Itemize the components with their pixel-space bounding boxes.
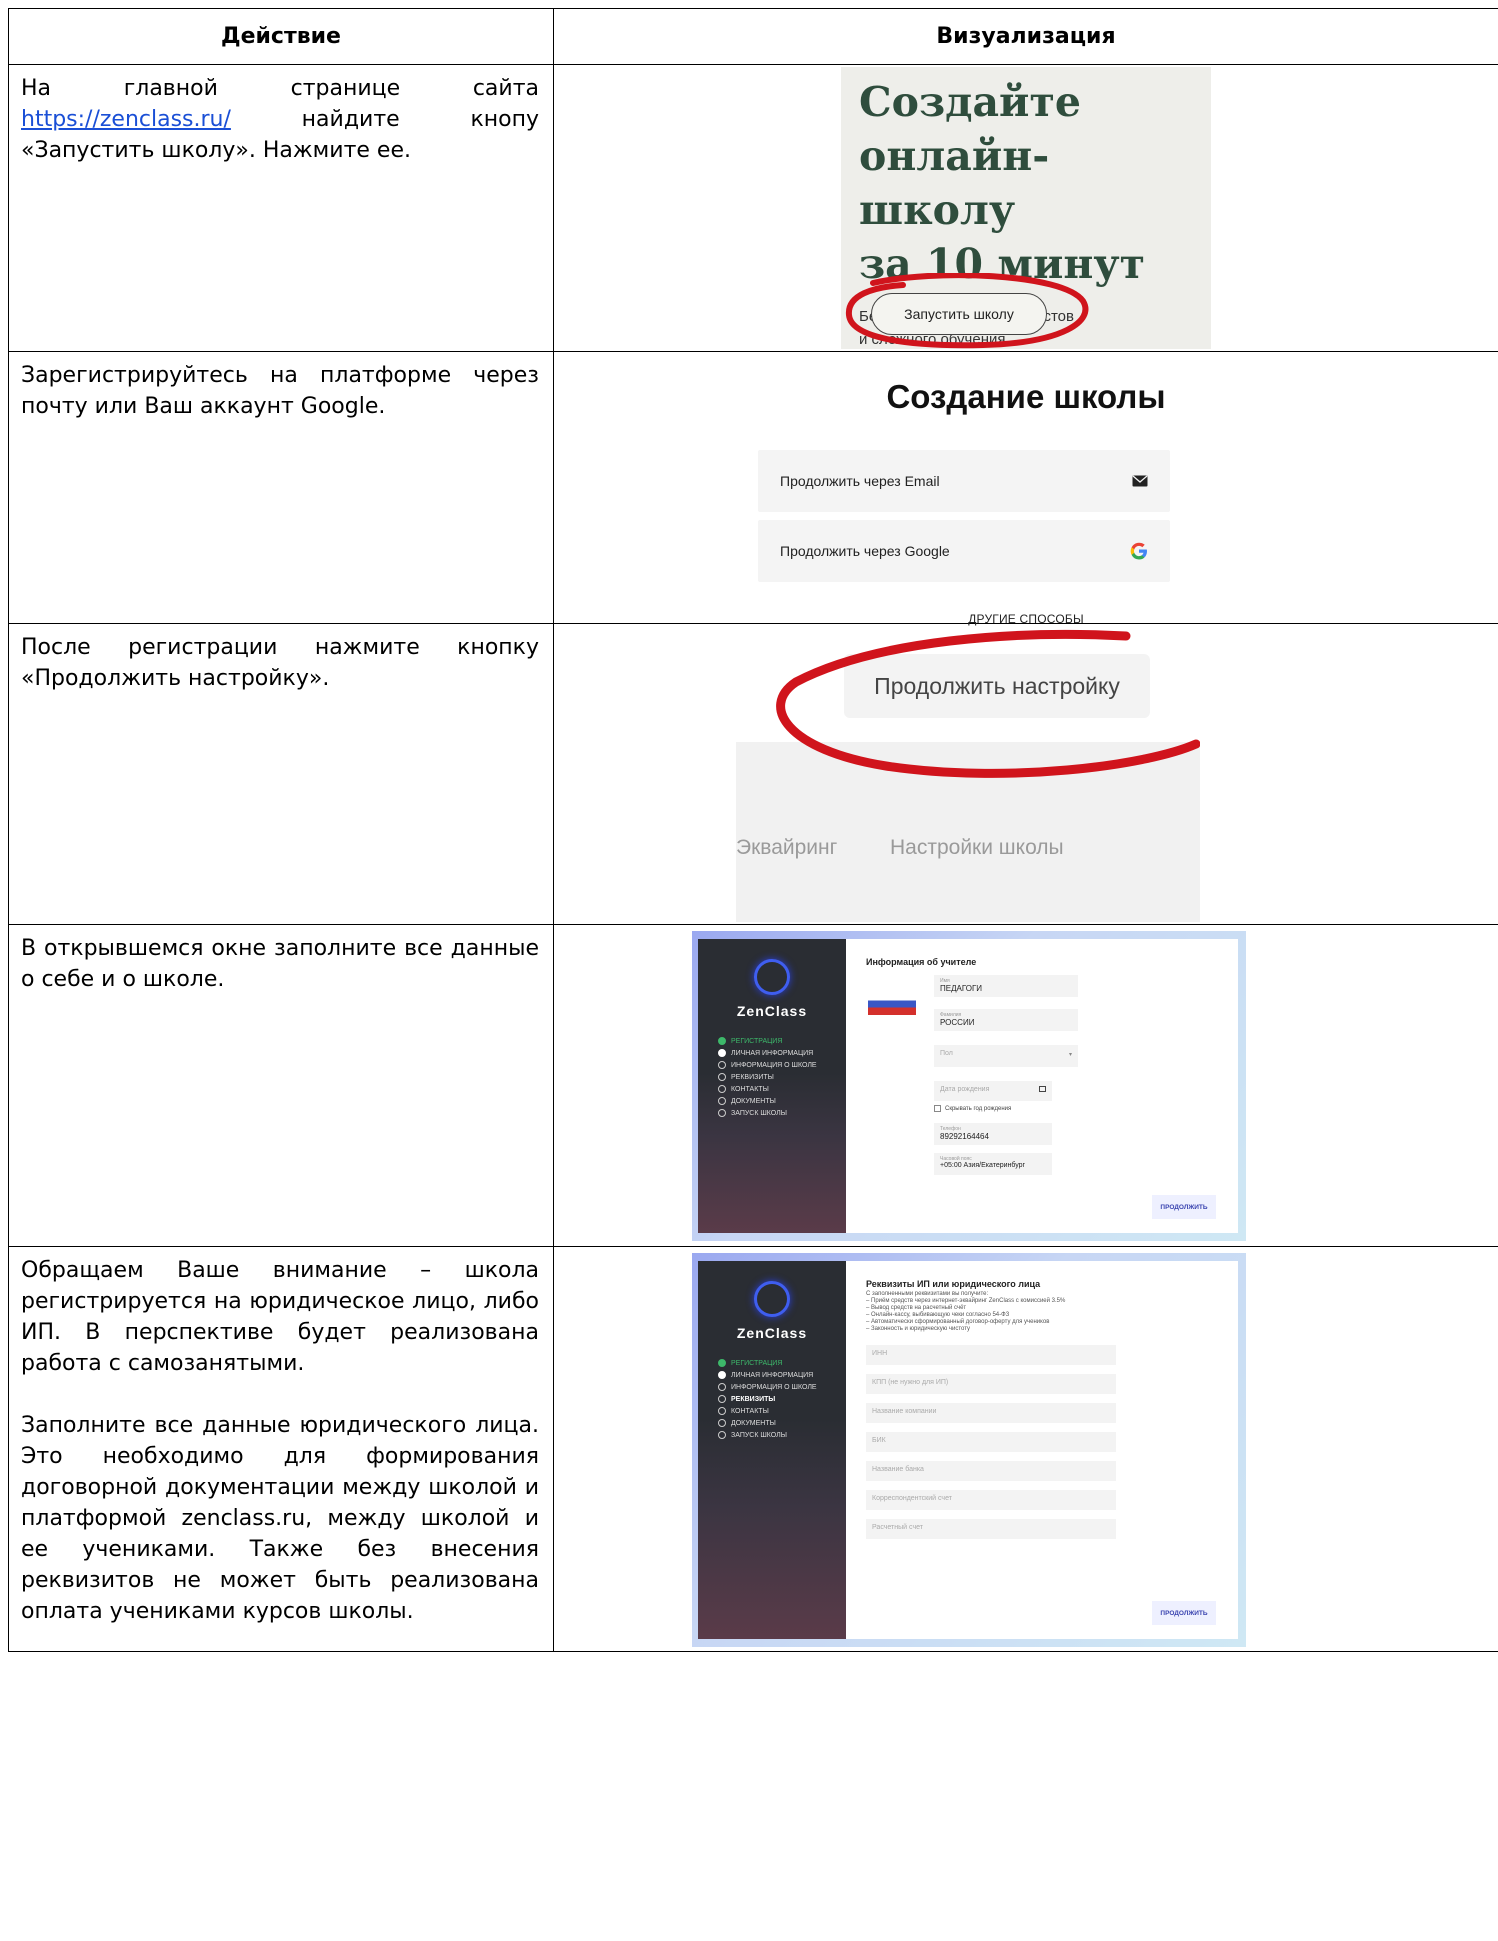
requisites-screenshot: ZenClass РЕГИСТРАЦИЯ ЛИЧНАЯ ИНФОРМАЦИЯ И…: [692, 1253, 1246, 1647]
last-name-field[interactable]: Фамилия РОССИИ: [934, 1009, 1078, 1031]
google-button-label: Продолжить через Google: [780, 543, 950, 559]
zenclass-logo: ZenClass: [736, 1003, 808, 1019]
tab-school-settings[interactable]: Настройки школы: [890, 836, 1064, 860]
step-item[interactable]: ДОКУМЕНТЫ: [718, 1095, 817, 1107]
header-row: Действие Визуализация: [8, 8, 1498, 65]
table-row: Зарегистрируйтесь на платформе через поч…: [8, 351, 1498, 626]
intro-line: – Законность и юридическую чистоту: [866, 1326, 971, 1332]
action-cell: Зарегистрируйтесь на платформе через поч…: [8, 351, 554, 624]
continue-setup-screenshot: Продолжить настройку Эквайринг Настройки…: [736, 624, 1200, 924]
col-visual-header: Визуализация: [553, 8, 1498, 65]
visual-cell: Создайте онлайн-школу за 10 минут Без те…: [553, 64, 1498, 352]
start-school-button[interactable]: Запустить школу: [871, 293, 1047, 335]
landing-hero: Создайте онлайн-школу за 10 минут Без те…: [841, 67, 1211, 349]
continue-google-button[interactable]: Продолжить через Google: [758, 520, 1170, 582]
action-text: В открывшемся окне заполните все данные …: [21, 936, 539, 992]
company-name-field[interactable]: Название компании: [866, 1403, 1116, 1423]
avatar[interactable]: [868, 993, 916, 1015]
bank-name-field[interactable]: Название банка: [866, 1461, 1116, 1481]
email-button-label: Продолжить через Email: [780, 473, 940, 489]
continue-email-button[interactable]: Продолжить через Email: [758, 450, 1170, 512]
action-text: Обращаем Ваше внимание – школа регистрир…: [21, 1258, 539, 1376]
first-name-field[interactable]: Имя ПЕДАГОГИ: [934, 975, 1078, 997]
continue-button[interactable]: ПРОДОЛЖИТЬ: [1152, 1195, 1216, 1219]
calendar-icon: [1039, 1086, 1046, 1092]
action-text: Зарегистрируйтесь на платформе через поч…: [21, 363, 539, 419]
table-row: После регистрации нажмите кнопку «Продол…: [8, 623, 1498, 925]
intro-line: – Вывод средств на расчетный счёт: [866, 1305, 967, 1311]
bik-field[interactable]: БИК: [866, 1432, 1116, 1452]
step-item[interactable]: КОНТАКТЫ: [718, 1083, 817, 1095]
table-row: Обращаем Ваше внимание – школа регистрир…: [8, 1246, 1498, 1652]
settlement-account-field[interactable]: Расчетный счет: [866, 1519, 1116, 1539]
inn-field[interactable]: ИНН: [866, 1345, 1116, 1365]
envelope-icon: [1132, 475, 1148, 487]
zenclass-logo-ring: [754, 959, 790, 995]
continue-setup-button[interactable]: Продолжить настройку: [844, 654, 1150, 718]
form-title: Реквизиты ИП или юридического лица: [866, 1279, 1041, 1289]
step-item[interactable]: ЗАПУСК ШКОЛЫ: [718, 1107, 817, 1119]
step-item[interactable]: ИНФОРМАЦИЯ О ШКОЛЕ: [718, 1059, 817, 1071]
zenclass-logo: ZenClass: [736, 1325, 808, 1341]
instruction-table: Действие Визуализация На главной страниц…: [8, 8, 1498, 1652]
step-item[interactable]: РЕКВИЗИТЫ: [718, 1071, 817, 1083]
zenclass-logo-ring: [754, 1281, 790, 1317]
step-item[interactable]: ЛИЧНАЯ ИНФОРМАЦИЯ: [718, 1047, 817, 1059]
teacher-info-screenshot: ZenClass РЕГИСТРАЦИЯ ЛИЧНАЯ ИНФОРМАЦИЯ И…: [692, 931, 1246, 1241]
zenclass-link[interactable]: https://zenclass.ru/: [21, 107, 231, 132]
phone-field[interactable]: Телефон 89292164464: [934, 1123, 1052, 1145]
tab-acquiring[interactable]: Эквайринг: [736, 836, 837, 860]
chevron-down-icon: ▾: [1068, 1052, 1072, 1058]
step-item[interactable]: РЕКВИЗИТЫ: [718, 1393, 817, 1405]
action-cell: В открывшемся окне заполните все данные …: [8, 924, 554, 1247]
visual-cell: ZenClass РЕГИСТРАЦИЯ ЛИЧНАЯ ИНФОРМАЦИЯ И…: [553, 1246, 1498, 1652]
table-row: В открывшемся окне заполните все данные …: [8, 924, 1498, 1247]
action-text: Заполните все данные юридического лица. …: [21, 1413, 539, 1624]
birthdate-field[interactable]: Дата рождения: [934, 1081, 1052, 1101]
hero-title-line: Создайте: [859, 78, 1081, 126]
action-text: После регистрации нажмите кнопку «Продол…: [21, 635, 539, 691]
step-item[interactable]: ЗАПУСК ШКОЛЫ: [718, 1429, 817, 1441]
visual-cell: Продолжить настройку Эквайринг Настройки…: [553, 623, 1498, 925]
action-cell: Обращаем Ваше внимание – школа регистрир…: [8, 1246, 554, 1652]
hero-title-line: онлайн-школу: [859, 132, 1050, 234]
wizard-sidebar: ZenClass РЕГИСТРАЦИЯ ЛИЧНАЯ ИНФОРМАЦИЯ И…: [698, 1261, 846, 1639]
step-item[interactable]: РЕГИСТРАЦИЯ: [718, 1357, 817, 1369]
create-school-title: Создание школы: [886, 378, 1166, 415]
form-title: Информация об учителе: [866, 957, 977, 967]
intro-line: – Автоматически сформированный договор-о…: [866, 1319, 1050, 1325]
corr-account-field[interactable]: Корреспондентский счет: [866, 1490, 1116, 1510]
visual-cell: Создание школы Продолжить через Email Пр…: [553, 351, 1498, 626]
timezone-select[interactable]: Часовой пояс +05:00 Азия/Екатеринбург: [934, 1153, 1052, 1175]
intro-line: – Онлайн-кассу, выбивающую чеки согласно…: [866, 1312, 1010, 1318]
visual-cell: ZenClass РЕГИСТРАЦИЯ ЛИЧНАЯ ИНФОРМАЦИЯ И…: [553, 924, 1498, 1247]
continue-button[interactable]: ПРОДОЛЖИТЬ: [1152, 1601, 1216, 1625]
table-row: На главной странице сайта https://zencla…: [8, 64, 1498, 352]
step-item[interactable]: ДОКУМЕНТЫ: [718, 1417, 817, 1429]
step-item[interactable]: ЛИЧНАЯ ИНФОРМАЦИЯ: [718, 1369, 817, 1381]
google-icon: [1130, 542, 1147, 560]
gender-select[interactable]: Пол ▾: [934, 1045, 1078, 1067]
action-cell: На главной странице сайта https://zencla…: [8, 64, 554, 352]
step-item[interactable]: ИНФОРМАЦИЯ О ШКОЛЕ: [718, 1381, 817, 1393]
kpp-field[interactable]: КПП (не нужно для ИП): [866, 1374, 1116, 1394]
sidebar-illustration: [698, 1419, 846, 1639]
tabs-band: [736, 742, 1200, 922]
action-cell: После регистрации нажмите кнопку «Продол…: [8, 623, 554, 925]
wizard-steps: РЕГИСТРАЦИЯ ЛИЧНАЯ ИНФОРМАЦИЯ ИНФОРМАЦИЯ…: [718, 1357, 817, 1441]
intro-line: – Приём средств через интернет-эквайринг…: [866, 1298, 1066, 1304]
intro-line: С заполненными реквизитами вы получите:: [866, 1291, 989, 1297]
teacher-form: Информация об учителе Имя ПЕДАГОГИ Фамили…: [846, 939, 1238, 1233]
requisites-form: Реквизиты ИП или юридического лица С зап…: [846, 1261, 1238, 1639]
wizard-sidebar: ZenClass РЕГИСТРАЦИЯ ЛИЧНАЯ ИНФОРМАЦИЯ И…: [698, 939, 846, 1233]
hero-title: Создайте онлайн-школу за 10 минут: [859, 75, 1193, 291]
step-item[interactable]: КОНТАКТЫ: [718, 1405, 817, 1417]
hide-year-checkbox[interactable]: Скрывать год рождения: [934, 1105, 1011, 1112]
hero-title-line: за 10 минут: [859, 240, 1146, 288]
wizard-steps: РЕГИСТРАЦИЯ ЛИЧНАЯ ИНФОРМАЦИЯ ИНФОРМАЦИЯ…: [718, 1035, 817, 1119]
step-item[interactable]: РЕГИСТРАЦИЯ: [718, 1035, 817, 1047]
action-text: На главной странице сайта: [21, 76, 539, 101]
col-action-header: Действие: [8, 8, 554, 65]
